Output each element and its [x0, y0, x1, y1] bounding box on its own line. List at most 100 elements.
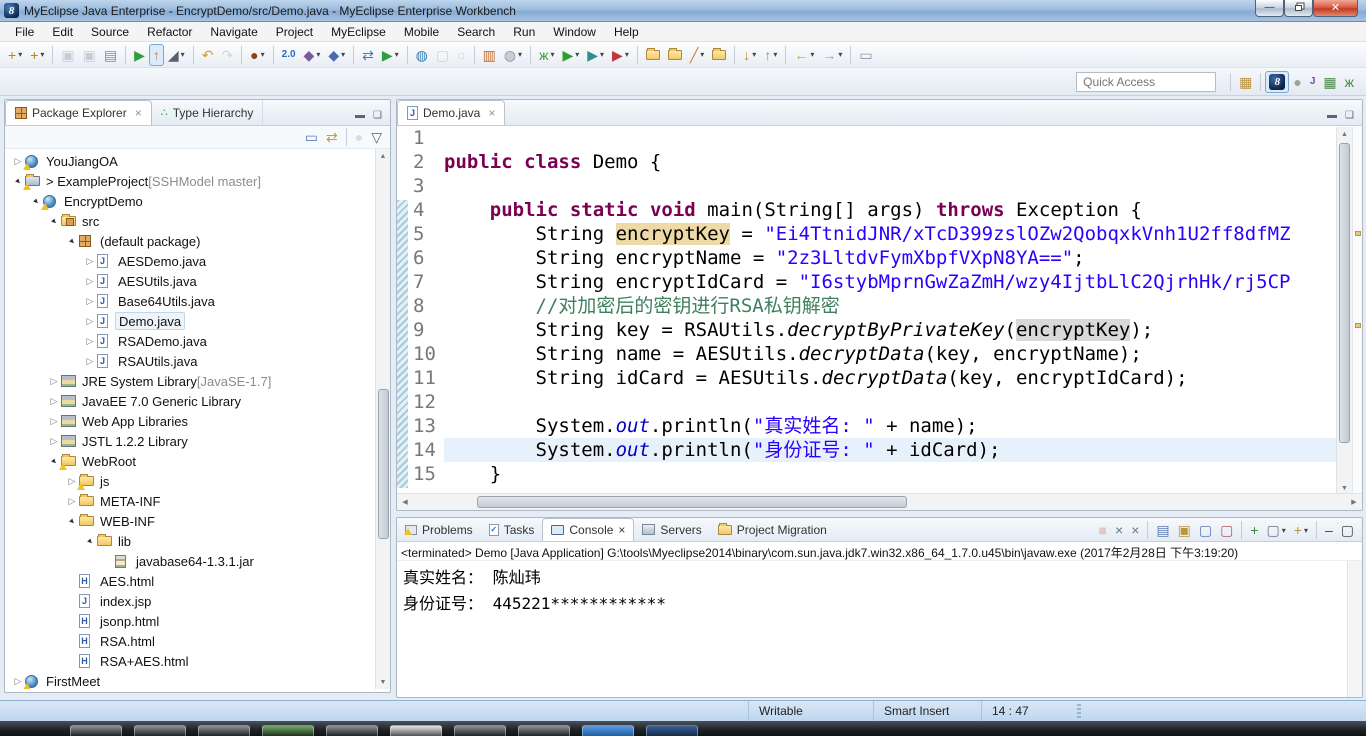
open-resource-button[interactable]	[642, 44, 664, 66]
expander-icon[interactable]: ▾	[83, 536, 97, 547]
run-button[interactable]: ▶ ▾	[558, 44, 583, 66]
expander-icon[interactable]: ▷	[83, 336, 97, 347]
expander-icon[interactable]: ▷	[83, 296, 97, 307]
scroll-down-icon[interactable]: ▼	[376, 675, 390, 689]
new-interface-wizard-button[interactable]: ◆ ▾	[324, 44, 349, 66]
editor-horizontal-scrollbar[interactable]: ◀ ▶	[397, 493, 1362, 510]
code-text[interactable]: String encryptIdCard = "I6stybMprnGwZaZm…	[444, 270, 1362, 294]
print-button[interactable]: ▤	[100, 44, 121, 66]
code-text[interactable]: System.out.println("真实姓名: " + name);	[444, 414, 1362, 438]
taskbar-button[interactable]	[262, 725, 314, 736]
external-tools-button[interactable]: ▶ ▾	[608, 44, 633, 66]
tree-item-index-jsp[interactable]: index.jsp	[5, 591, 390, 611]
tree-item-web-app-libraries[interactable]: ▷ Web App Libraries	[5, 411, 390, 431]
taskbar-button[interactable]	[326, 725, 378, 736]
tree-scrollbar-thumb[interactable]	[378, 389, 389, 539]
tree-item-javabase64-1-3-1-jar[interactable]: javabase64-1.3.1.jar	[5, 551, 390, 571]
tree-item-firstmeet[interactable]: ▷ FirstMeet	[5, 671, 390, 689]
code-text[interactable]: String key = RSAUtils.decryptByPrivateKe…	[444, 318, 1362, 342]
open-console-button[interactable]: + ▾	[1290, 519, 1312, 541]
maximize-editor-button[interactable]: ❏	[1345, 111, 1354, 121]
tree-scrollbar[interactable]: ▲ ▼	[375, 149, 390, 689]
run-history-button[interactable]: ▶ ▾	[583, 44, 608, 66]
scroll-left-icon[interactable]: ◀	[397, 498, 413, 506]
expander-icon[interactable]: ▷	[65, 496, 79, 507]
close-tab-icon[interactable]: ×	[618, 523, 625, 537]
taskbar-button[interactable]	[582, 725, 634, 736]
mark-occurrences-button[interactable]: ╱ ▾	[686, 44, 708, 66]
import-button[interactable]: ↓ ▾	[739, 44, 760, 66]
search-folder-button[interactable]	[708, 44, 730, 66]
menu-myeclipse[interactable]: MyEclipse	[322, 23, 395, 41]
expander-icon[interactable]: ▷	[83, 256, 97, 267]
menu-mobile[interactable]: Mobile	[395, 23, 448, 41]
menu-window[interactable]: Window	[544, 23, 605, 41]
taskbar-button[interactable]	[518, 725, 570, 736]
open-perspective-button[interactable]: ▦	[1235, 71, 1256, 93]
tree-item-encryptdemo[interactable]: ▾ EncryptDemo	[5, 191, 390, 211]
taskbar-button[interactable]	[390, 725, 442, 736]
view-tab-console[interactable]: Console ×	[542, 518, 635, 541]
new-web-project-button[interactable]: + ▾	[26, 44, 48, 66]
expander-icon[interactable]: ▾	[47, 216, 61, 227]
menu-navigate[interactable]: Navigate	[201, 23, 266, 41]
view-tab-project-migration[interactable]: Project Migration	[710, 518, 835, 541]
show-stderr-button[interactable]: ▢	[1216, 519, 1237, 541]
menu-edit[interactable]: Edit	[43, 23, 82, 41]
expander-icon[interactable]: ▷	[47, 416, 61, 427]
scroll-up-icon[interactable]: ▲	[1337, 127, 1352, 141]
expander-icon[interactable]: ▷	[83, 316, 97, 327]
expander-icon[interactable]: ▷	[47, 436, 61, 447]
minimize-view-button[interactable]: –	[1321, 519, 1337, 541]
open-type-button[interactable]	[664, 44, 686, 66]
editor-tab-demo-java[interactable]: Demo.java ×	[397, 100, 506, 125]
editor-vscroll-thumb[interactable]	[1339, 143, 1350, 443]
tree-item-rsademo-java[interactable]: ▷ RSADemo.java	[5, 331, 390, 351]
code-text[interactable]: public class Demo {	[444, 150, 1362, 174]
tree-item-lib[interactable]: ▾ lib	[5, 531, 390, 551]
taskbar-button[interactable]	[454, 725, 506, 736]
new-class-wizard-button[interactable]: ◆ ▾	[300, 44, 325, 66]
undo-button[interactable]: ↶	[198, 44, 218, 66]
code-text[interactable]: System.out.println("身份证号: " + idCard);	[444, 438, 1362, 462]
code-editor[interactable]: 1 2 public class Demo {3 4 public static vo…	[397, 126, 1362, 494]
expander-icon[interactable]: ▷	[83, 356, 97, 367]
maximize-view-button[interactable]: ▢	[1337, 519, 1358, 541]
code-text[interactable]: //对加密后的密钥进行RSA私钥解密	[444, 294, 1362, 318]
tree-item--exampleproject[interactable]: ▾ > ExampleProject [SSHModel master]	[5, 171, 390, 191]
code-text[interactable]: }	[444, 462, 1362, 486]
menu-search[interactable]: Search	[448, 23, 504, 41]
close-tab-icon[interactable]: ×	[488, 106, 495, 120]
new-wizard-button[interactable]: + ▾	[4, 44, 26, 66]
tree-item-demo-java[interactable]: ▷ Demo.java	[5, 311, 390, 331]
new-java-ee-button[interactable]: ● ▾	[246, 44, 268, 66]
display-console-button[interactable]: ▢ ▾	[1263, 519, 1290, 541]
view-tab-package-explorer[interactable]: Package Explorer ×	[5, 100, 152, 125]
code-text[interactable]: String encryptName = "2z3LltdvFymXbpfVXp…	[444, 246, 1362, 270]
sync-deploy-button[interactable]: ⇄	[358, 44, 378, 66]
menu-source[interactable]: Source	[82, 23, 138, 41]
expander-icon[interactable]: ▷	[47, 396, 61, 407]
expander-icon[interactable]: ▾	[65, 236, 79, 247]
minimize-editor-button[interactable]: ▬	[1327, 111, 1337, 121]
editor-vertical-scrollbar[interactable]: ▲ ▼	[1336, 127, 1352, 495]
myeclipse-explorer-perspective-button[interactable]: ●	[1289, 71, 1305, 93]
tree-item-youjiangoa[interactable]: ▷ YouJiangOA	[5, 151, 390, 171]
tree-item-js[interactable]: ▷ js	[5, 471, 390, 491]
menu-run[interactable]: Run	[504, 23, 544, 41]
build-hammer-button[interactable]: ◢ ▾	[164, 44, 189, 66]
tree-item-rsautils-java[interactable]: ▷ RSAUtils.java	[5, 351, 390, 371]
last-edit-location-button[interactable]: ▭	[855, 44, 876, 66]
remove-all-launches-button[interactable]: ×	[1127, 519, 1143, 541]
scroll-up-icon[interactable]: ▲	[376, 149, 390, 163]
tree-item--default-package-[interactable]: ▾ (default package)	[5, 231, 390, 251]
minimize-button[interactable]: —	[1255, 0, 1284, 17]
code-text[interactable]	[444, 126, 1362, 150]
console-output[interactable]: 真实姓名： 陈灿玮 身份证号： 445221************	[397, 561, 1362, 617]
link-with-editor-button[interactable]: ⇄	[322, 126, 342, 148]
menu-help[interactable]: Help	[605, 23, 648, 41]
forward-button[interactable]: → ▾	[818, 44, 846, 66]
view-tab-servers[interactable]: Servers	[634, 518, 709, 541]
tree-item-jsonp-html[interactable]: jsonp.html	[5, 611, 390, 631]
taskbar-button[interactable]	[198, 725, 250, 736]
